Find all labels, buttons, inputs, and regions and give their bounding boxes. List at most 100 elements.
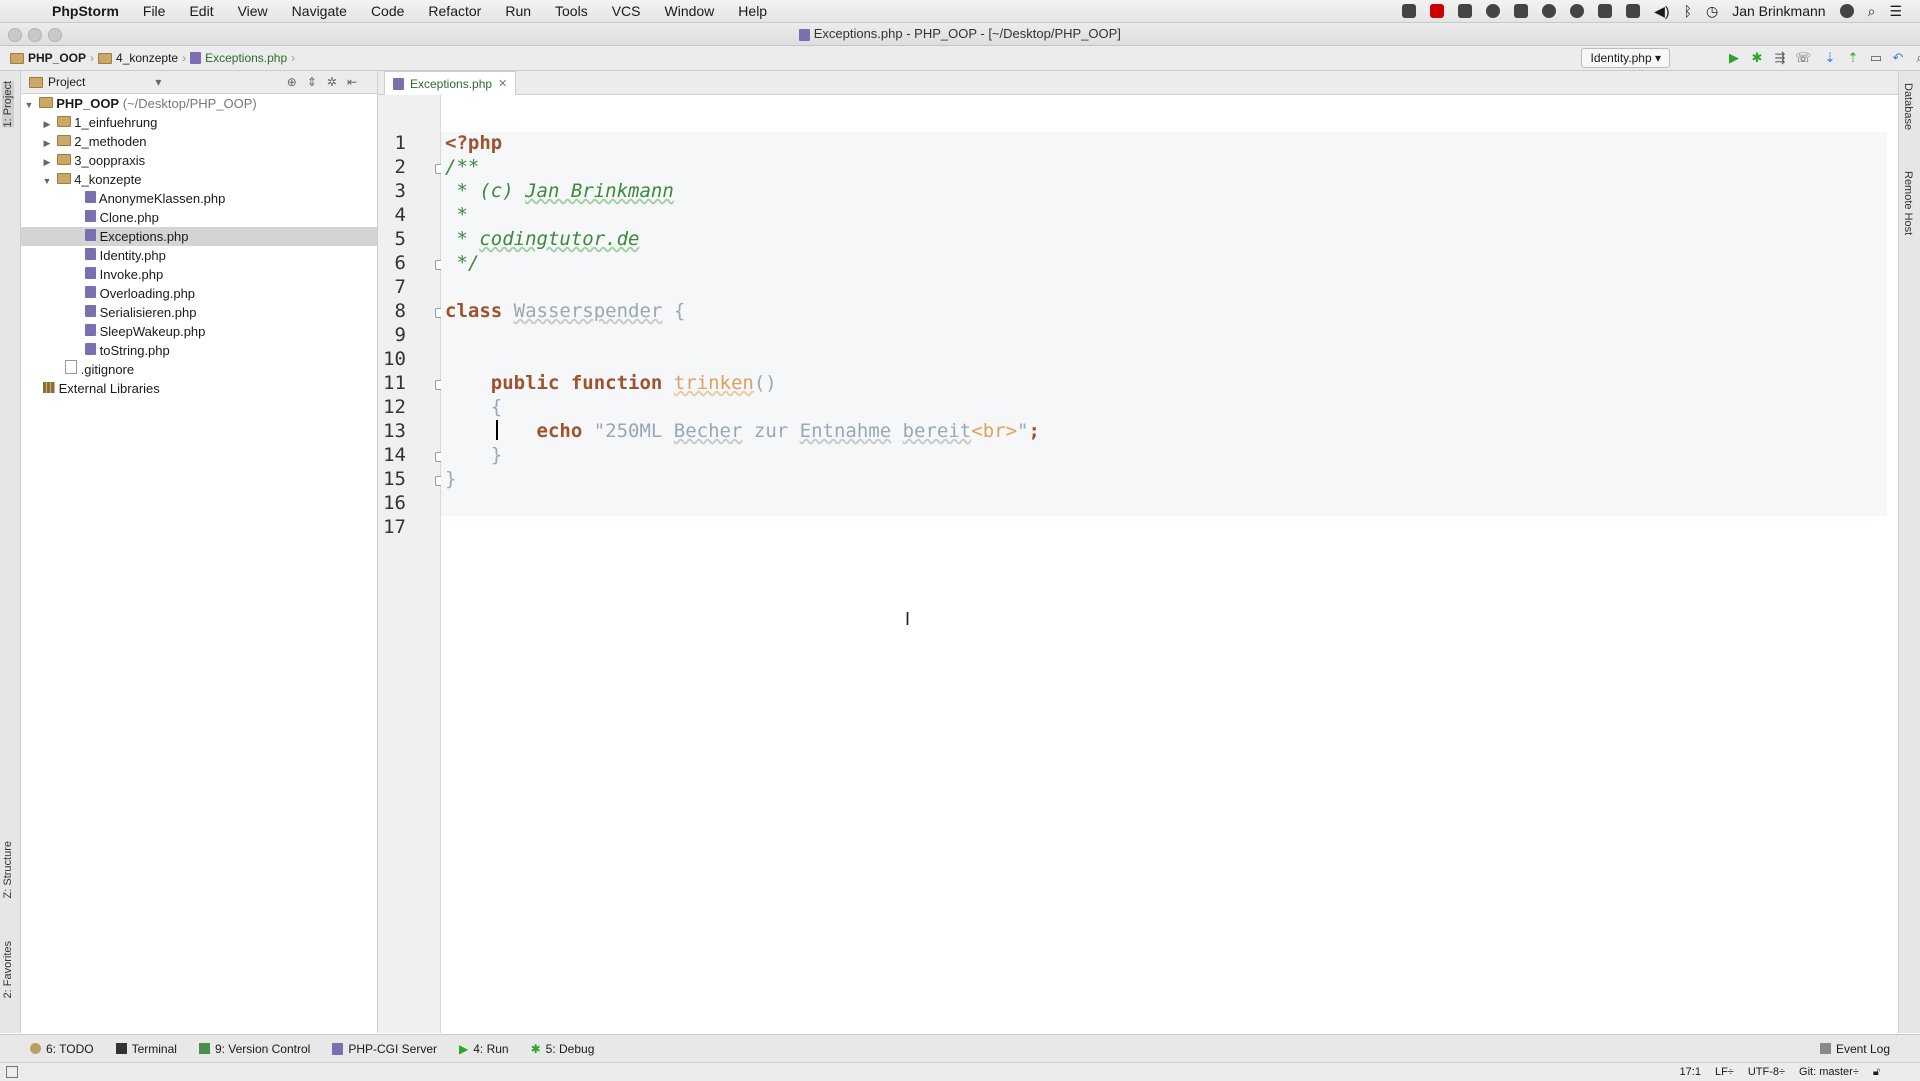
breadcrumb-file[interactable]: Exceptions.php xyxy=(205,51,287,65)
tree-file-selected[interactable]: Exceptions.php xyxy=(21,227,377,246)
library-icon xyxy=(43,382,55,393)
tree-folder-open[interactable]: ▼ 4_konzepte xyxy=(21,170,397,189)
menu-edit[interactable]: Edit xyxy=(177,3,225,19)
tree-external-label: External Libraries xyxy=(58,381,160,396)
close-tab-icon[interactable]: ✕ xyxy=(498,77,507,90)
php-cgi-server-tool-button[interactable]: PHP-CGI Server xyxy=(332,1042,437,1056)
zoom-window-button[interactable] xyxy=(48,28,62,42)
code-token: () xyxy=(753,372,777,394)
menu-help[interactable]: Help xyxy=(726,3,779,19)
code-line-5: * codingtutor.de xyxy=(445,228,639,250)
terminal-tool-button[interactable]: Terminal xyxy=(115,1042,177,1056)
chevron-down-icon[interactable]: ▾ xyxy=(155,75,161,89)
version-control-tool-button[interactable]: 9: Version Control xyxy=(198,1042,310,1056)
breadcrumb-folder[interactable]: 4_konzepte xyxy=(116,51,178,65)
tree-folder-label: 1_einfuehrung xyxy=(74,115,158,130)
structure-tool-tab[interactable]: Z: Structure xyxy=(2,841,14,898)
time-machine-icon[interactable]: ◷ xyxy=(1706,3,1718,20)
code-editor[interactable]: <?php /** * (c) Jan Brinkmann * * coding… xyxy=(441,95,1887,1033)
vcs-history-icon[interactable]: ▭ xyxy=(1868,50,1884,66)
window-title-bar: Exceptions.php - PHP_OOP - [~/Desktop/PH… xyxy=(0,23,1920,46)
code-token: zur xyxy=(742,420,800,442)
listen-debug-icon[interactable]: ☏ xyxy=(1795,50,1811,66)
menu-refactor[interactable]: Refactor xyxy=(416,3,493,19)
run-tool-button[interactable]: ▶ 4: Run xyxy=(459,1042,509,1056)
run-configuration-select[interactable]: Identity.php ▾ xyxy=(1581,48,1670,68)
menu-code[interactable]: Code xyxy=(359,3,416,19)
panel-tool-icons[interactable]: ⊕⇕✲⇤ xyxy=(287,75,377,89)
tree-file[interactable]: .gitignore xyxy=(21,360,421,379)
revert-icon[interactable]: ↶ xyxy=(1890,50,1906,66)
line-separator[interactable]: LF÷ xyxy=(1715,1066,1734,1079)
menu-app-name[interactable]: PhpStorm xyxy=(40,3,131,19)
bluetooth-icon[interactable]: ᛒ xyxy=(1684,3,1692,19)
menu-run[interactable]: Run xyxy=(493,3,543,19)
tray-info-icon[interactable] xyxy=(1486,4,1501,18)
file-encoding[interactable]: UTF-8÷ xyxy=(1748,1066,1785,1079)
database-tool-tab[interactable]: Database xyxy=(1902,83,1914,130)
tray-plus-icon[interactable] xyxy=(1626,4,1641,18)
minimize-window-button[interactable] xyxy=(28,28,42,42)
favorites-tool-tab[interactable]: 2: Favorites xyxy=(2,941,14,998)
project-tool-tab[interactable]: 1: Project xyxy=(2,81,14,128)
php-file-icon xyxy=(85,305,96,317)
vcs-commit-icon[interactable]: ⇡ xyxy=(1845,50,1861,66)
status-widgets: 17:1 LF÷ UTF-8÷ Git: master÷ 🔓︎ xyxy=(1680,1066,1920,1079)
code-token: Wasserspender xyxy=(513,300,663,322)
todo-tool-button[interactable]: 6: TODO xyxy=(30,1042,94,1056)
tree-folder[interactable]: ▶ 1_einfuehrung xyxy=(21,113,397,132)
vcs-update-icon[interactable]: ⇣ xyxy=(1822,50,1838,66)
tree-file-label: AnonymeKlassen.php xyxy=(98,191,226,206)
menu-view[interactable]: View xyxy=(226,3,280,19)
debug-icon[interactable]: ✱ xyxy=(1749,50,1765,66)
volume-icon[interactable]: ◀) xyxy=(1654,3,1669,20)
menu-window[interactable]: Window xyxy=(653,3,727,19)
folder-icon xyxy=(56,173,71,184)
run-icon[interactable]: ▶ xyxy=(1726,50,1742,66)
remote-host-tool-tab[interactable]: Remote Host xyxy=(1902,171,1914,235)
menu-file[interactable]: File xyxy=(131,3,178,19)
menu-tools[interactable]: Tools xyxy=(543,3,600,19)
spotlight-icon[interactable]: ⌕ xyxy=(1868,3,1876,20)
dropbox-icon[interactable] xyxy=(1598,4,1613,18)
menu-vcs[interactable]: VCS xyxy=(600,3,653,19)
breadcrumb-separator: › xyxy=(90,51,95,65)
git-branch[interactable]: Git: master÷ xyxy=(1799,1066,1859,1079)
user-icon[interactable] xyxy=(1839,4,1854,18)
tray-red-icon[interactable] xyxy=(1430,4,1445,18)
tray-bookmark-icon[interactable] xyxy=(1458,4,1473,18)
lock-icon[interactable]: 🔓︎ xyxy=(1873,1066,1880,1079)
tree-folder[interactable]: ▶ 3_ooppraxis xyxy=(21,151,397,170)
close-window-button[interactable] xyxy=(8,28,22,42)
coverage-icon[interactable]: ⇶ xyxy=(1772,50,1788,66)
tree-external-libraries[interactable]: External Libraries xyxy=(21,379,399,398)
code-line-6: */ xyxy=(445,252,480,274)
tree-folder[interactable]: ▶ 2_methoden xyxy=(21,132,397,151)
code-token: * (c) xyxy=(445,180,526,202)
line-number: 11 xyxy=(383,372,406,394)
project-view-select[interactable]: Project xyxy=(48,75,85,89)
tray-cc-icon[interactable] xyxy=(1570,4,1585,18)
line-number: 5 xyxy=(394,228,406,250)
breadcrumb-project[interactable]: PHP_OOP xyxy=(28,51,86,65)
left-tool-strip: 1: Project Z: Structure 2: Favorites xyxy=(0,71,21,1033)
tree-root[interactable]: ▼ PHP_OOP (~/Desktop/PHP_OOP) xyxy=(21,94,377,113)
breadcrumb-separator: › xyxy=(291,51,296,65)
tray-app-icon[interactable] xyxy=(1402,4,1417,18)
menu-user-name[interactable]: Jan Brinkmann xyxy=(1732,3,1825,19)
tool-window-toggle-icon[interactable] xyxy=(6,1066,18,1078)
notification-center-icon[interactable]: ☰ xyxy=(1889,3,1902,20)
tree-file-label: .gitignore xyxy=(80,362,135,377)
folder-icon xyxy=(38,97,53,108)
editor-tab[interactable]: Exceptions.php ✕ xyxy=(384,71,517,95)
menu-navigate[interactable]: Navigate xyxy=(280,3,359,19)
event-log-button[interactable]: Event Log xyxy=(1819,1042,1920,1056)
breadcrumb: PHP_OOP › 4_konzepte › Exceptions.php › xyxy=(0,51,301,65)
tree-folder-label: 3_ooppraxis xyxy=(74,153,146,168)
caret-position[interactable]: 17:1 xyxy=(1680,1066,1701,1079)
debug-tool-button[interactable]: ✱ 5: Debug xyxy=(531,1042,595,1056)
tray-evernote-icon[interactable] xyxy=(1514,4,1529,18)
code-token: "250ML xyxy=(593,420,674,442)
search-everywhere-icon[interactable]: ⌕ xyxy=(1912,50,1920,66)
tray-leaf-icon[interactable] xyxy=(1542,4,1557,18)
